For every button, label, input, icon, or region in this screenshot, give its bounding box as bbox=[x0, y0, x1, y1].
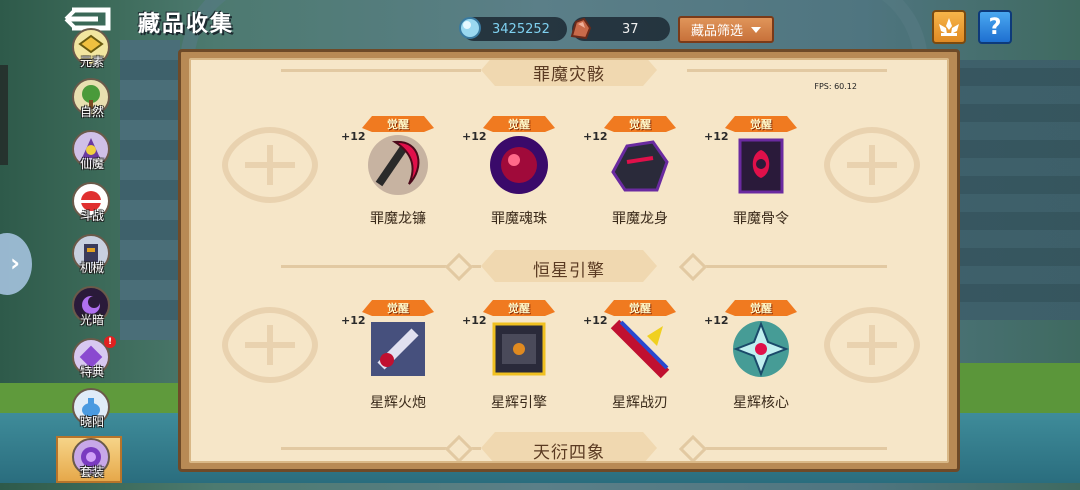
ore-count: 37 bbox=[622, 21, 639, 37]
item-level: +12 bbox=[462, 130, 487, 143]
category-label: 晓阳 bbox=[79, 415, 104, 429]
category-element[interactable]: 元素 bbox=[70, 28, 114, 80]
section-title: 罪魔灾骸 bbox=[533, 65, 605, 85]
item-level: +12 bbox=[583, 314, 608, 327]
filter-label: 藏品筛选 bbox=[690, 24, 743, 39]
collection-item[interactable]: 觉醒 +12 罪魔魂珠 bbox=[462, 114, 562, 227]
category-label: 特典 bbox=[79, 365, 104, 379]
collection-item[interactable]: 觉醒 +12 罪魔骨令 bbox=[704, 114, 804, 227]
ore-currency: 37 bbox=[570, 17, 670, 41]
chevron-right-icon: › bbox=[10, 249, 20, 277]
dragon-body-icon bbox=[611, 140, 669, 192]
item-level: +12 bbox=[462, 314, 487, 327]
section-title: 天衍四象 bbox=[533, 443, 605, 463]
category-label: 套装 bbox=[79, 465, 104, 479]
ore-icon bbox=[570, 17, 592, 40]
collection-scroll-area[interactable]: FPS: 60.12 罪魔灾骸 觉醒 +12 罪魔龙镰 觉醒 +12 罪魔魂珠 … bbox=[189, 58, 949, 463]
background-wall bbox=[960, 60, 1080, 320]
collection-item[interactable]: 觉醒 +12 星辉火炮 bbox=[341, 298, 441, 411]
category-label: 机械 bbox=[79, 261, 104, 275]
collection-panel: FPS: 60.12 罪魔灾骸 觉醒 +12 罪魔龙镰 觉醒 +12 罪魔魂珠 … bbox=[178, 49, 960, 472]
collection-item[interactable]: 觉醒 +12 罪魔龙身 bbox=[583, 114, 683, 227]
section-header: 罪魔灾骸 bbox=[191, 60, 947, 88]
collection-item[interactable]: 觉醒 +12 罪魔龙镰 bbox=[341, 114, 441, 227]
ornament-icon bbox=[823, 126, 921, 204]
collection-item[interactable]: 觉醒 +12 星辉核心 bbox=[704, 298, 804, 411]
category-dawn[interactable]: 晓阳 bbox=[70, 388, 114, 440]
category-label: 光暗 bbox=[79, 313, 104, 327]
category-light-dark[interactable]: 光暗 bbox=[70, 286, 114, 338]
background-pillar bbox=[120, 40, 180, 340]
side-panel-edge bbox=[0, 65, 8, 165]
bone-token-icon bbox=[738, 138, 784, 194]
category-immortal-demon[interactable]: 仙魔 bbox=[70, 130, 114, 182]
item-level: +12 bbox=[704, 130, 729, 143]
category-mech[interactable]: 机械 bbox=[70, 234, 114, 286]
item-name: 星辉战刃 bbox=[612, 395, 668, 411]
soul-orb-icon bbox=[490, 136, 548, 194]
scythe-icon bbox=[368, 135, 428, 195]
expand-panel-button[interactable]: › bbox=[0, 233, 32, 295]
chevron-down-icon bbox=[751, 26, 761, 33]
notification-badge: ! bbox=[104, 336, 116, 348]
category-set[interactable]: 套装 bbox=[70, 438, 114, 490]
section-header: 天衍四象 bbox=[191, 430, 947, 463]
item-level: +12 bbox=[341, 314, 366, 327]
section-header: 恒星引擎 bbox=[191, 248, 947, 284]
ornament-icon bbox=[221, 126, 319, 204]
item-level: +12 bbox=[341, 130, 366, 143]
item-name: 罪魔魂珠 bbox=[491, 211, 547, 227]
blade-icon bbox=[610, 319, 670, 379]
section-title: 恒星引擎 bbox=[533, 261, 605, 281]
gem-currency: 3425252 bbox=[459, 17, 567, 41]
item-name: 星辉核心 bbox=[733, 395, 789, 411]
item-level: +12 bbox=[583, 130, 608, 143]
item-level: +12 bbox=[704, 314, 729, 327]
category-label: 元素 bbox=[79, 55, 104, 69]
lotus-button[interactable] bbox=[932, 10, 966, 44]
item-name: 罪魔龙镰 bbox=[370, 211, 426, 227]
category-label: 斗战 bbox=[79, 209, 104, 223]
item-name: 星辉火炮 bbox=[370, 395, 426, 411]
collection-filter-button[interactable]: 藏品筛选 bbox=[678, 16, 774, 43]
core-icon bbox=[733, 321, 789, 377]
ornament-icon bbox=[221, 306, 319, 384]
question-icon: ? bbox=[988, 14, 1002, 40]
item-name: 罪魔龙身 bbox=[612, 211, 668, 227]
lotus-icon bbox=[939, 18, 959, 36]
category-special[interactable]: ! 特典 bbox=[70, 336, 116, 390]
category-battle[interactable]: 斗战 bbox=[70, 182, 114, 234]
collection-item[interactable]: 觉醒 +12 星辉战刃 bbox=[583, 298, 683, 411]
gem-count: 3425252 bbox=[492, 21, 550, 37]
page-title: 藏品收集 bbox=[138, 12, 235, 37]
category-label: 自然 bbox=[79, 105, 104, 119]
item-name: 罪魔骨令 bbox=[733, 211, 789, 227]
engine-icon bbox=[492, 322, 546, 376]
category-nature[interactable]: 自然 bbox=[70, 78, 114, 130]
cannon-icon bbox=[371, 322, 425, 376]
collection-item[interactable]: 觉醒 +12 星辉引擎 bbox=[462, 298, 562, 411]
category-label: 仙魔 bbox=[79, 157, 104, 171]
item-name: 星辉引擎 bbox=[491, 395, 547, 411]
ornament-icon bbox=[823, 306, 921, 384]
gem-icon bbox=[459, 17, 481, 39]
help-button[interactable]: ? bbox=[978, 10, 1012, 44]
